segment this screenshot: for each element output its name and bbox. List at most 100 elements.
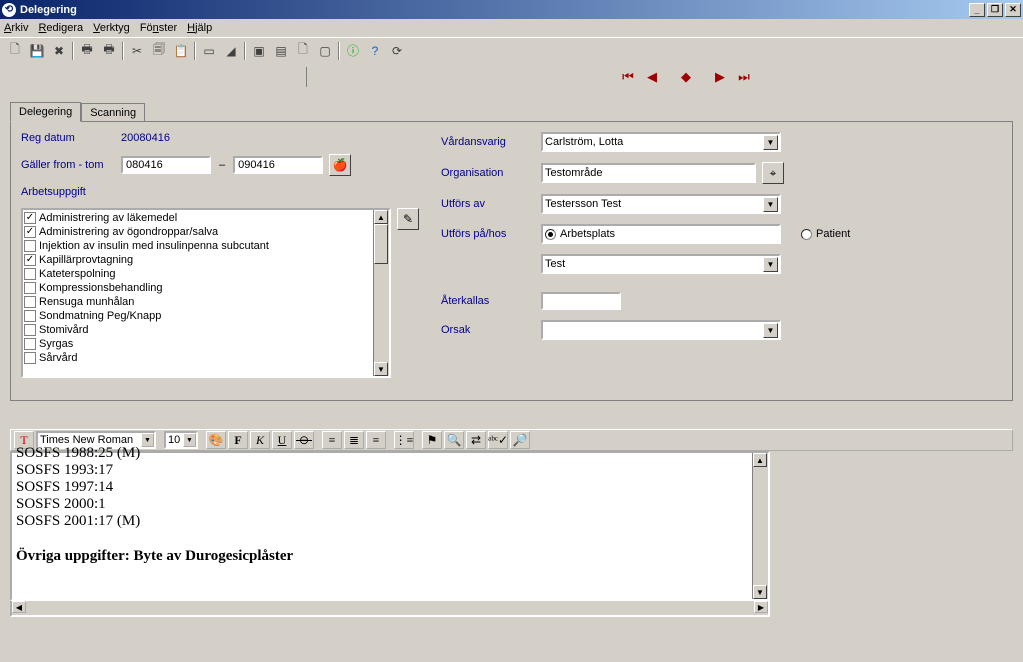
refresh-icon[interactable]: ⟳ [388,42,406,60]
task-label: Sondmatning Peg/Knapp [39,310,161,322]
organisation-field[interactable]: Testområde [541,163,756,183]
checkbox-icon[interactable] [24,324,36,336]
editor-vscroll[interactable]: ▲ ▼ [752,453,768,599]
orsak-select[interactable]: ▼ [541,320,781,340]
scroll-thumb[interactable] [374,224,388,264]
scroll-left-icon[interactable]: ◀ [12,601,26,613]
checkbox-icon[interactable] [24,296,36,308]
nav-prev-button[interactable]: ◀ [641,66,663,88]
organisation-lookup-button[interactable]: ⌖ [762,162,784,184]
menu-arkiv[interactable]: Arkiv [4,22,28,34]
scroll-down-icon[interactable]: ▼ [374,362,388,376]
task-item[interactable]: Sårvård [24,351,388,365]
scroll-up-icon[interactable]: ▲ [374,210,388,224]
info-icon[interactable]: ⓘ [344,42,362,60]
checkbox-icon[interactable] [24,338,36,350]
chevron-down-icon[interactable]: ▼ [763,135,778,150]
list-scrollbar[interactable]: ▲ ▼ [373,210,389,376]
utforspa-select[interactable]: Test ▼ [541,254,781,274]
rich-text-editor[interactable]: SOSFS 1988:25 (M) SOSFS 1993:17 SOSFS 19… [10,451,770,601]
nav-next-button[interactable]: ▶ [709,66,731,88]
tool4-icon[interactable]: ▢ [316,42,334,60]
radio-patient[interactable]: Patient [801,228,850,240]
restore-button[interactable]: ❐ [987,3,1003,17]
utforspa-value: Test [545,258,565,270]
task-listbox[interactable]: ✓Administrering av läkemedel✓Administrer… [21,208,391,378]
chevron-down-icon[interactable]: ▼ [763,197,778,212]
help-icon[interactable]: ? [366,42,384,60]
chevron-down-icon[interactable]: ▼ [763,257,778,272]
delete-icon[interactable]: ✖ [50,42,68,60]
aterkallas-input[interactable] [541,292,621,310]
titlebar: ⟲ Delegering _ ❐ ✕ [0,0,1023,19]
close-button[interactable]: ✕ [1005,3,1021,17]
task-item[interactable]: Stomivård [24,323,388,337]
nav-first-button[interactable]: ⏮ [617,66,639,88]
task-item[interactable]: Sondmatning Peg/Knapp [24,309,388,323]
checkbox-icon[interactable] [24,240,36,252]
task-edit-button[interactable]: ✎ [397,208,419,230]
task-item[interactable]: Syrgas [24,337,388,351]
print-preview-icon[interactable]: 🖶 [100,42,118,60]
save-icon[interactable]: 💾 [28,42,46,60]
from-date-input[interactable] [121,156,211,174]
scroll-right-icon[interactable]: ▶ [754,601,768,613]
paste-icon[interactable]: 📋 [172,42,190,60]
radio-arbetsplats[interactable]: Arbetsplats [541,224,781,244]
nav-last-button[interactable]: ⏭ [733,66,755,88]
task-label: Injektion av insulin med insulinpenna su… [39,240,269,252]
rte-line: SOSFS 1997:14 [16,479,764,496]
utforsav-select[interactable]: Testersson Test ▼ [541,194,781,214]
task-item[interactable]: ✓Administrering av läkemedel [24,211,388,225]
checkbox-icon[interactable] [24,310,36,322]
editor-hscroll[interactable]: ◀ ▶ [10,601,770,617]
copy-icon[interactable]: 🗐 [150,42,168,60]
checkbox-icon[interactable] [24,282,36,294]
tom-date-input[interactable] [233,156,323,174]
vardansvarig-value: Carlström, Lotta [545,136,623,148]
toolbar: 🗋 💾 ✖ 🖶 🖶 ✂ 🗐 📋 ▭ ◢ ▣ ▤ 🗋 ▢ ⓘ ? ⟳ [0,37,1023,63]
organisation-label: Organisation [441,167,541,179]
task-label: Sårvård [39,352,78,364]
nav-current-button[interactable]: ◆ [675,66,697,88]
tab-delegering[interactable]: Delegering [10,102,81,122]
print-icon[interactable]: 🖶 [78,42,96,60]
task-label: Syrgas [39,338,73,350]
menubar: Arkiv Redigera Verktyg Fönster Hjälp [0,19,1023,37]
checkbox-icon[interactable]: ✓ [24,254,36,266]
vardansvarig-select[interactable]: Carlström, Lotta ▼ [541,132,781,152]
menu-hjalp[interactable]: Hjälp [187,22,212,34]
checkbox-icon[interactable]: ✓ [24,212,36,224]
tab-scanning[interactable]: Scanning [81,103,145,122]
checkbox-icon[interactable] [24,268,36,280]
task-item[interactable]: Injektion av insulin med insulinpenna su… [24,239,388,253]
menu-fonster[interactable]: Fönster [140,22,177,34]
task-item[interactable]: Kompressionsbehandling [24,281,388,295]
doc2-icon[interactable]: ◢ [222,42,240,60]
tool3-icon[interactable]: 🗋 [294,42,312,60]
minimize-button[interactable]: _ [969,3,985,17]
menu-redigera[interactable]: Redigera [38,22,83,34]
scroll-up-icon[interactable]: ▲ [753,453,767,467]
task-item[interactable]: Kateterspolning [24,267,388,281]
menu-verktyg[interactable]: Verktyg [93,22,130,34]
task-item[interactable]: ✓Kapillärprovtagning [24,253,388,267]
checkbox-icon[interactable] [24,352,36,364]
tool2-icon[interactable]: ▤ [272,42,290,60]
task-item[interactable]: ✓Administrering av ögondroppar/salva [24,225,388,239]
chevron-down-icon[interactable]: ▼ [763,323,778,338]
tool1-icon[interactable]: ▣ [250,42,268,60]
doc1-icon[interactable]: ▭ [200,42,218,60]
galler-label: Gäller from - tom [21,159,121,171]
task-label: Rensuga munhålan [39,296,134,308]
utforspa-label: Utförs på/hos [441,228,541,240]
scroll-down-icon[interactable]: ▼ [753,585,767,599]
new-icon[interactable]: 🗋 [6,42,24,60]
checkbox-icon[interactable]: ✓ [24,226,36,238]
record-nav: ⏮ ◀ ◆ ▶ ⏭ [0,63,1023,91]
organisation-value: Testområde [545,167,602,179]
cut-icon[interactable]: ✂ [128,42,146,60]
date-picker-button[interactable]: 🍎 [329,154,351,176]
arbetsuppgift-label: Arbetsuppgift [21,186,121,198]
task-item[interactable]: Rensuga munhålan [24,295,388,309]
